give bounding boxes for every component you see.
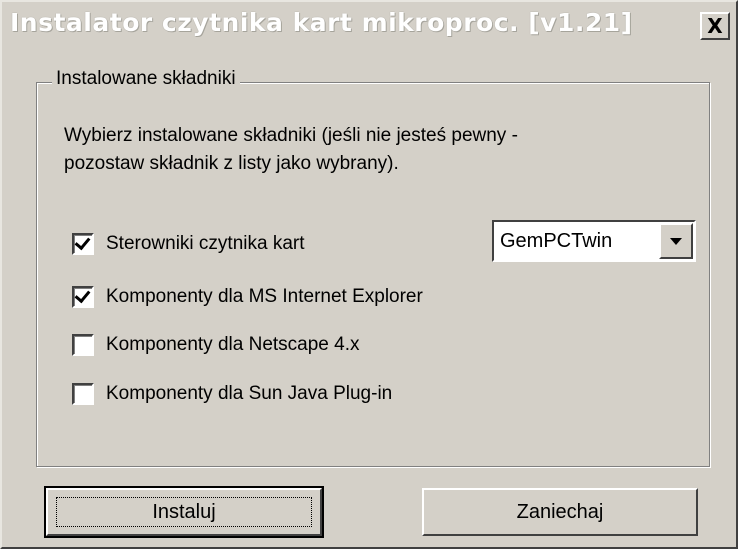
checkbox-ie[interactable]: [72, 286, 94, 308]
component-option-netscape[interactable]: Komponenty dla Netscape 4.x: [72, 330, 360, 360]
title-bar[interactable]: Instalator czytnika kart mikroproc. [v1.…: [2, 2, 736, 50]
component-option-reader-drivers[interactable]: Sterowniki czytnika kart: [72, 229, 305, 259]
groupbox-label: Instalowane składniki: [52, 68, 240, 90]
checkbox-label: Sterowniki czytnika kart: [106, 233, 305, 254]
instructions-text: Wybierz instalowane składniki (jeśli nie…: [64, 122, 684, 178]
close-button[interactable]: X: [700, 12, 730, 40]
reader-model-select[interactable]: GemPCTwin: [492, 220, 696, 262]
reader-model-value: GemPCTwin: [500, 230, 613, 252]
checkbox-reader-drivers[interactable]: [72, 233, 94, 255]
cancel-button-label: Zaniechaj: [516, 500, 604, 523]
checkbox-label: Komponenty dla Sun Java Plug-in: [106, 383, 393, 404]
focus-rectangle: [56, 497, 312, 527]
checkbox-label: Komponenty dla MS Internet Explorer: [106, 286, 423, 307]
instructions-line-1: Wybierz instalowane składniki (jeśli nie…: [64, 125, 518, 146]
checkbox-netscape[interactable]: [72, 334, 94, 356]
checkbox-label: Komponenty dla Netscape 4.x: [106, 334, 360, 355]
window-title: Instalator czytnika kart mikroproc. [v1.…: [10, 8, 633, 37]
instructions-line-2: pozostaw składnik z listy jako wybrany).: [64, 153, 399, 174]
cancel-button[interactable]: Zaniechaj: [422, 488, 698, 536]
close-icon: X: [707, 14, 723, 38]
dropdown-button[interactable]: [659, 223, 693, 259]
install-button[interactable]: Instaluj: [44, 486, 324, 538]
checkbox-java[interactable]: [72, 383, 94, 405]
installer-dialog: Instalator czytnika kart mikroproc. [v1.…: [0, 0, 738, 549]
component-option-ie[interactable]: Komponenty dla MS Internet Explorer: [72, 282, 423, 312]
chevron-down-icon: [670, 237, 682, 245]
component-option-java[interactable]: Komponenty dla Sun Java Plug-in: [72, 379, 392, 409]
